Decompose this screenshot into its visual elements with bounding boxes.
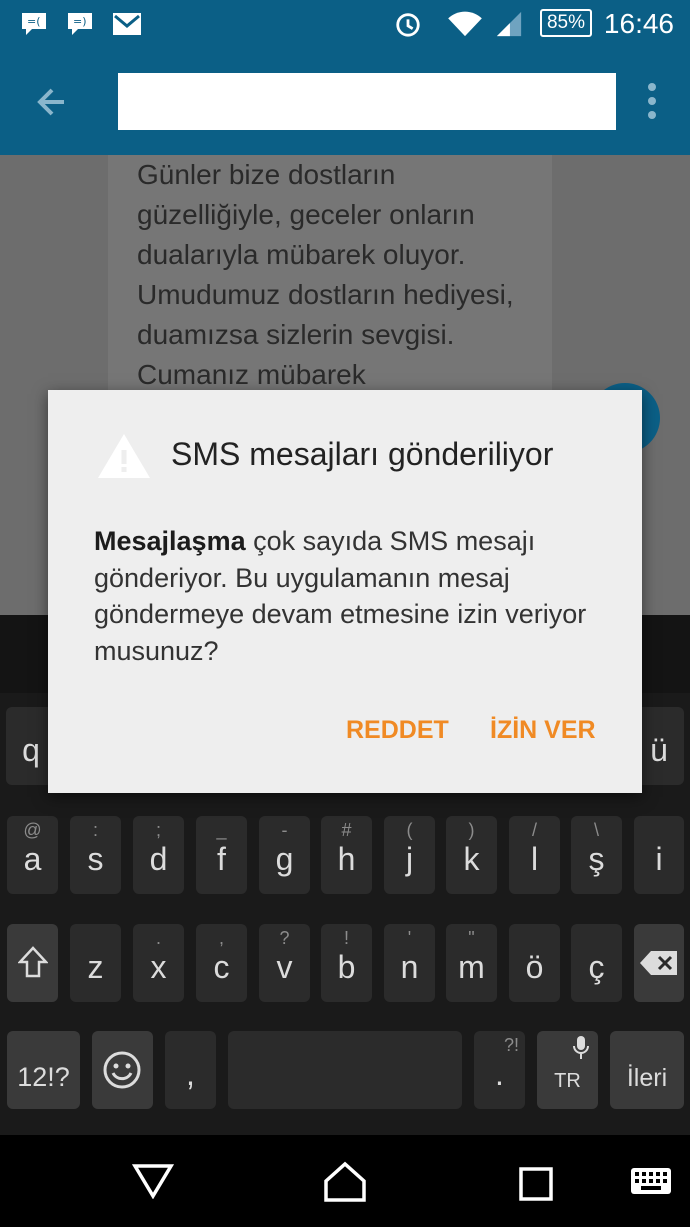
back-triangle-icon[interactable]: [132, 1163, 174, 1199]
key-j[interactable]: (j: [384, 816, 435, 894]
alarm-icon: [396, 13, 420, 37]
key-z[interactable]: z: [70, 924, 121, 1002]
status-bar: =( =) 85% 16:46: [0, 0, 690, 48]
key-c-cedilla[interactable]: ç: [571, 924, 622, 1002]
shift-key[interactable]: [7, 924, 58, 1002]
key-g[interactable]: -g: [259, 816, 310, 894]
keyboard-icon[interactable]: [630, 1167, 672, 1197]
key-x[interactable]: .x: [133, 924, 184, 1002]
key-n[interactable]: ' n: [384, 924, 435, 1002]
app-name: Mesajlaşma: [94, 526, 246, 556]
svg-text:=(: =(: [27, 15, 41, 28]
comma-key[interactable]: ,: [165, 1031, 216, 1109]
signal-icon: [496, 11, 522, 37]
emoji-icon: [103, 1051, 141, 1089]
backspace-icon: [640, 951, 677, 975]
key-l[interactable]: / l: [509, 816, 560, 894]
key-k[interactable]: ) k: [446, 816, 497, 894]
allow-button[interactable]: İZİN VER: [490, 716, 596, 745]
space-key[interactable]: [228, 1031, 462, 1109]
key-i[interactable]: i: [634, 816, 684, 894]
language-key[interactable]: TR: [537, 1031, 598, 1109]
clock: 16:46: [603, 8, 674, 39]
wifi-icon: [448, 11, 482, 37]
microphone-icon: [573, 1036, 589, 1059]
conversation-title: [118, 73, 616, 130]
deny-button[interactable]: REDDET: [346, 716, 449, 745]
key-c[interactable]: ,c: [196, 924, 247, 1002]
dialog-message: Mesajlaşma çok sayıda SMS mesajı gönderi…: [94, 523, 604, 669]
key-b[interactable]: ! b: [321, 924, 372, 1002]
back-arrow-icon[interactable]: [24, 78, 80, 126]
app-bar: [0, 48, 690, 155]
messaging-notification-icon: =): [68, 13, 92, 35]
more-options-icon[interactable]: [644, 83, 660, 123]
shift-arrow-icon: [18, 946, 48, 978]
home-icon[interactable]: [322, 1161, 368, 1203]
svg-text:=): =): [73, 15, 87, 28]
messaging-notification-icon: =(: [22, 13, 46, 35]
key-v[interactable]: ? v: [259, 924, 310, 1002]
key-m[interactable]: " m: [446, 924, 497, 1002]
backspace-key[interactable]: [634, 924, 684, 1002]
key-d[interactable]: ; d: [133, 816, 184, 894]
key-s[interactable]: :s: [70, 816, 121, 894]
gmail-icon: [113, 13, 141, 35]
recents-icon[interactable]: [518, 1166, 554, 1202]
sms-warning-dialog: SMS mesajları gönderiliyor Mesajlaşma ço…: [48, 390, 642, 793]
key-h[interactable]: # h: [321, 816, 372, 894]
key-a[interactable]: @ a: [7, 816, 58, 894]
battery-icon: 85%: [540, 9, 592, 37]
navigation-bar: [0, 1135, 690, 1227]
key-f[interactable]: _ f: [196, 816, 247, 894]
warning-icon: [98, 434, 150, 478]
key-s-cedilla[interactable]: \ ş: [571, 816, 622, 894]
enter-key[interactable]: İleri: [610, 1031, 684, 1109]
dialog-title: SMS mesajları gönderiliyor: [171, 436, 554, 472]
key-o-umlaut[interactable]: ö: [509, 924, 560, 1002]
message-text: Günler bize dostların güzelliğiyle, gece…: [137, 159, 514, 390]
period-key[interactable]: ?! .: [474, 1031, 525, 1109]
emoji-key[interactable]: [92, 1031, 153, 1109]
symbols-key[interactable]: 12!?: [7, 1031, 80, 1109]
